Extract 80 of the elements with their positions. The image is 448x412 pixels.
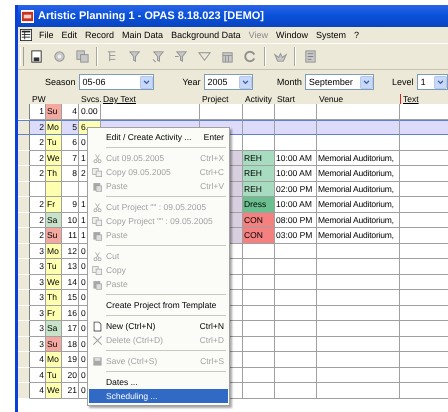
table-cell: 10:00 AM bbox=[275, 166, 317, 182]
table-cell: Memorial Auditorium, bbox=[317, 197, 400, 212]
menu-item[interactable]: Window bbox=[272, 30, 312, 40]
table-cell: Mo bbox=[46, 244, 62, 259]
table-cell: Memorial Auditorium, bbox=[317, 166, 400, 182]
column-header: Svcs. bbox=[80, 94, 101, 104]
table-cell: Fr bbox=[46, 306, 62, 321]
table-cell: Mo bbox=[46, 120, 62, 135]
table-cell: 16 bbox=[62, 306, 79, 321]
table-cell: 8 bbox=[62, 166, 79, 182]
table-cell: Sa bbox=[46, 212, 62, 228]
table-cell: Memorial Auditorium, bbox=[317, 228, 400, 244]
filter-label: Year bbox=[182, 77, 200, 87]
table-cell: Sa bbox=[46, 321, 62, 336]
column-header: PW bbox=[31, 94, 46, 104]
table-cell: 20 bbox=[62, 368, 79, 383]
menu-item[interactable]: File bbox=[35, 30, 58, 40]
table-cell: REH bbox=[243, 150, 275, 166]
menu-item[interactable]: System bbox=[312, 30, 350, 40]
table-cell: 21 bbox=[62, 383, 79, 398]
table-cell: REH bbox=[243, 182, 275, 197]
table-cell: CON bbox=[243, 212, 275, 228]
table-cell: Dress bbox=[243, 197, 275, 212]
dropdown-field[interactable]: September bbox=[304, 74, 374, 90]
column-header: Start bbox=[276, 94, 296, 104]
table-cell: Memorial Auditorium, bbox=[317, 182, 400, 197]
table-cell: 9 bbox=[62, 197, 79, 212]
table-cell: 19 bbox=[62, 352, 79, 368]
table-cell: We bbox=[46, 150, 62, 166]
table-cell: Su bbox=[46, 336, 62, 352]
menu-item[interactable]: Main Data bbox=[118, 30, 168, 40]
table-cell: Tu bbox=[46, 259, 62, 274]
table-cell: 6 bbox=[62, 135, 79, 150]
filter-label: Month bbox=[276, 77, 302, 87]
table-cell: 03:00 PM bbox=[275, 228, 317, 244]
window-title: Artistic Planning 1 - OPAS 8.18.023 [DEMO] bbox=[38, 10, 264, 22]
table-cell: 10 bbox=[62, 212, 79, 228]
filter-label: Level bbox=[392, 77, 414, 87]
table-cell: 13 bbox=[62, 259, 79, 274]
table-cell: CON bbox=[243, 228, 275, 244]
column-header: Activity bbox=[244, 94, 273, 104]
table-cell: 11 bbox=[62, 228, 79, 244]
table-cell: 12 bbox=[62, 244, 79, 259]
table-cell: 18 bbox=[62, 336, 79, 352]
table-cell: Mo bbox=[46, 352, 62, 368]
menu-item[interactable]: Record bbox=[81, 30, 118, 40]
table-cell: Su bbox=[46, 228, 62, 244]
table-cell: We bbox=[46, 274, 62, 290]
column-header: Project bbox=[201, 94, 230, 104]
column-header: Text bbox=[400, 94, 448, 104]
table-cell: 08:00 PM bbox=[275, 212, 317, 228]
table-cell: Tu bbox=[46, 368, 62, 383]
table-cell: 02:00 PM bbox=[275, 182, 317, 197]
table-cell: Su bbox=[46, 104, 62, 120]
table-cell: Th bbox=[46, 166, 62, 182]
table-cell: 14 bbox=[62, 274, 79, 290]
table-cell: 10:00 AM bbox=[275, 150, 317, 166]
menu-item[interactable]: Edit bbox=[58, 30, 82, 40]
filter-label: Season bbox=[45, 77, 76, 87]
table-cell: Memorial Auditorium, bbox=[317, 212, 400, 228]
table-cell: Tu bbox=[46, 135, 62, 150]
dropdown-field[interactable]: 1 bbox=[416, 74, 448, 90]
column-header: Day Text bbox=[102, 94, 137, 104]
table-cell: Memorial Auditorium, bbox=[317, 150, 400, 166]
table-cell: 15 bbox=[62, 290, 79, 306]
table-cell: Th bbox=[46, 290, 62, 306]
table-cell: 17 bbox=[62, 321, 79, 336]
dropdown-field[interactable]: 05-06 bbox=[78, 74, 154, 90]
menu-item[interactable]: Background Data bbox=[167, 30, 245, 40]
table-cell: 7 bbox=[62, 150, 79, 166]
table-cell: We bbox=[46, 383, 62, 398]
menu-item[interactable]: Scheduling ... bbox=[89, 389, 228, 403]
dropdown-field[interactable]: 2005 bbox=[204, 74, 253, 90]
table-cell: Fr bbox=[46, 197, 62, 212]
table-cell: 5 bbox=[62, 120, 79, 135]
table-cell: 2 bbox=[30, 120, 46, 135]
table-cell: 10:00 AM bbox=[275, 197, 317, 212]
menu-item[interactable]: ? bbox=[350, 30, 364, 40]
column-header: Venue bbox=[318, 94, 344, 104]
table-cell: REH bbox=[243, 166, 275, 182]
